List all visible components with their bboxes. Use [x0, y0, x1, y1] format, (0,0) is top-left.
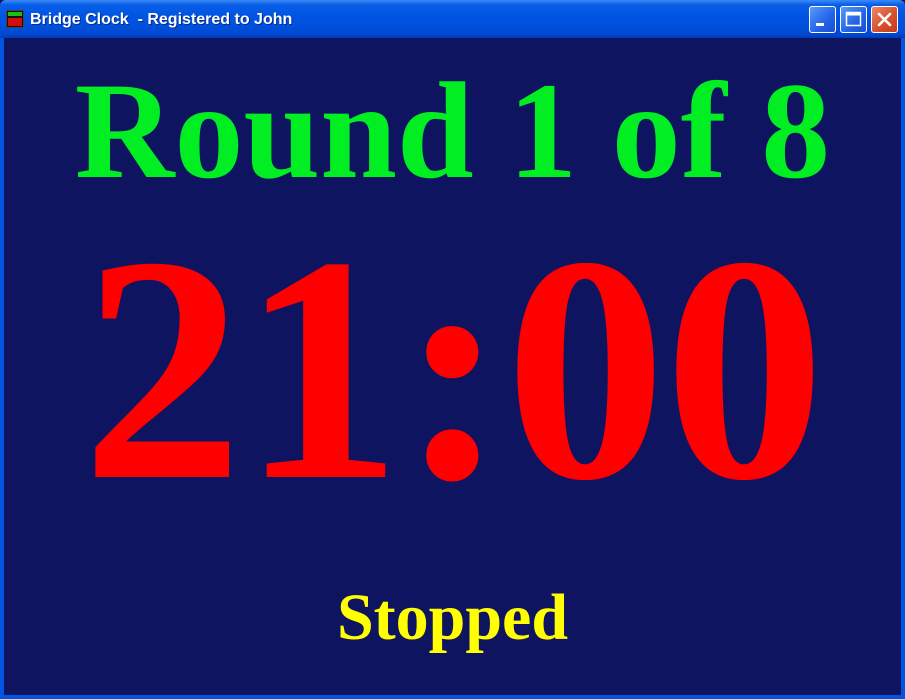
close-icon: [877, 12, 892, 27]
close-button[interactable]: [871, 6, 898, 33]
clock-display-area: Round 1 of 8 21:00 Stopped: [4, 38, 901, 695]
maximize-icon: [845, 11, 862, 27]
timer-status: Stopped: [336, 581, 569, 654]
minimize-icon: [816, 23, 824, 26]
round-indicator: Round 1 of 8: [74, 54, 831, 207]
minimize-button[interactable]: [809, 6, 836, 33]
bridge-clock-app-icon[interactable]: [6, 10, 24, 28]
title-bar[interactable]: Bridge Clock - Registered to John: [0, 0, 905, 38]
window-title: Bridge Clock - Registered to John: [30, 11, 293, 28]
maximize-button[interactable]: [840, 6, 867, 33]
countdown-timer: 21:00: [81, 190, 825, 547]
app-window: Bridge Clock - Registered to John Round …: [0, 0, 905, 699]
